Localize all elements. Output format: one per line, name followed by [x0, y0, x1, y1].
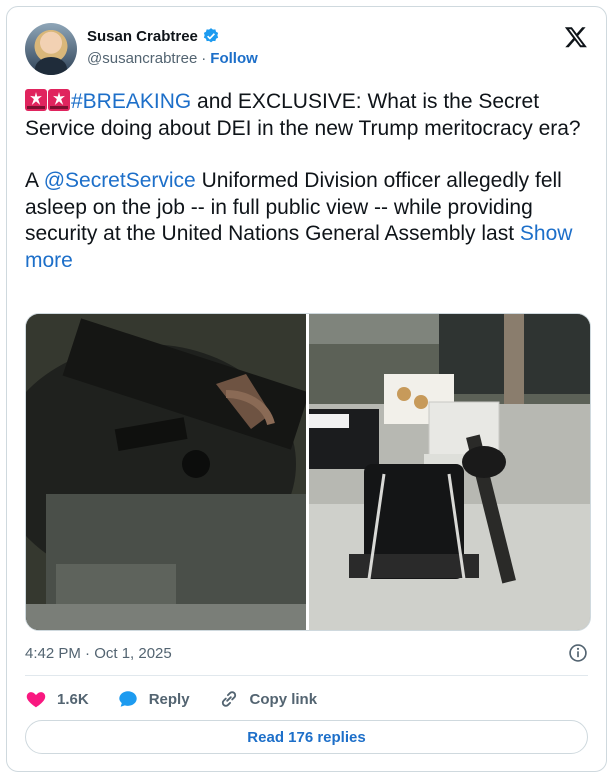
media-grid: [25, 313, 591, 631]
tweet-paragraph-2: A @SecretService Uniformed Division offi…: [25, 168, 595, 274]
author-handle[interactable]: @susancrabtree: [87, 50, 197, 67]
tweet-meta-row: 4:42 PM · Oct 1, 2025: [25, 643, 588, 665]
read-replies-button[interactable]: Read 176 replies: [25, 720, 588, 754]
timestamp-link[interactable]: 4:42 PM · Oct 1, 2025: [25, 645, 172, 662]
author-name[interactable]: Susan Crabtree: [87, 28, 198, 45]
tweet-text: #BREAKING and EXCLUSIVE: What is the Sec…: [25, 89, 595, 274]
tweet-paragraph-1: #BREAKING and EXCLUSIVE: What is the Sec…: [25, 89, 595, 142]
siren-icon: [25, 89, 47, 111]
photo-right-illustration: [309, 314, 590, 630]
reply-button[interactable]: Reply: [117, 688, 190, 710]
verified-badge-icon: [203, 28, 218, 43]
avatar[interactable]: [25, 23, 77, 75]
mention-link[interactable]: @SecretService: [44, 169, 196, 192]
reply-label: Reply: [148, 690, 190, 708]
author-handle-row: @susancrabtree · Follow: [87, 50, 258, 67]
like-button[interactable]: 1.6K: [25, 688, 89, 710]
separator-dot: ·: [201, 50, 207, 67]
copy-link-label: Copy link: [249, 690, 318, 708]
info-icon[interactable]: [568, 643, 588, 663]
photo-officer-with-rifle[interactable]: [26, 314, 306, 630]
x-logo-icon[interactable]: [564, 25, 588, 49]
tweet-header: Susan Crabtree @susancrabtree · Follow: [25, 23, 588, 75]
hashtag-link[interactable]: #BREAKING: [71, 90, 191, 113]
siren-icon: [48, 89, 70, 111]
follow-link[interactable]: Follow: [210, 50, 258, 67]
tweet-actions: 1.6K Reply Copy link: [25, 687, 345, 711]
reply-icon: [118, 691, 137, 707]
heart-icon: [26, 692, 46, 708]
link-icon: [221, 691, 236, 707]
like-count: 1.6K: [57, 690, 89, 708]
photo-left-illustration: [26, 314, 306, 630]
copy-link-button[interactable]: Copy link: [218, 688, 318, 710]
photo-empty-chair-with-gear[interactable]: [309, 314, 590, 630]
embedded-tweet-card: Susan Crabtree @susancrabtree · Follow #…: [6, 6, 607, 772]
divider: [25, 675, 588, 676]
author-name-row: Susan Crabtree: [87, 27, 220, 45]
tweet-text-segment: A: [25, 169, 44, 192]
